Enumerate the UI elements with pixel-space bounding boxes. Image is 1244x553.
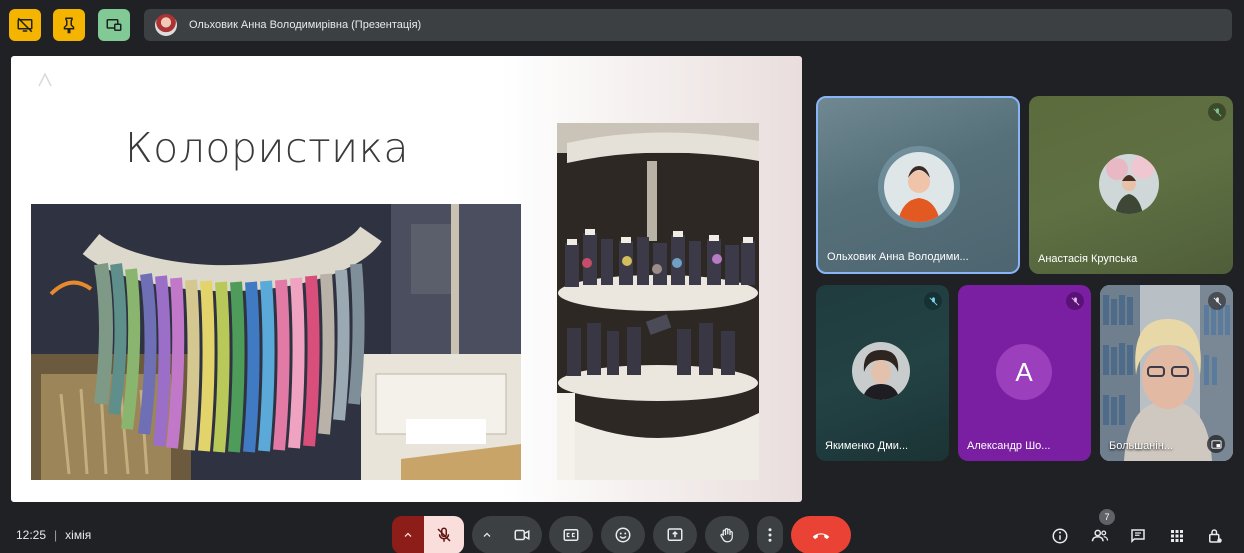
avatar (884, 152, 954, 222)
leave-call-button[interactable] (791, 516, 851, 553)
slide-logo-icon (35, 70, 55, 90)
lock-person-icon (1209, 529, 1222, 543)
hand-icon (720, 527, 733, 543)
participant-tile[interactable]: Ольховик Анна Володими... (816, 96, 1020, 274)
mic-off-icon (437, 527, 451, 542)
presentation-off-icon (17, 17, 33, 33)
pin-presentation-button[interactable] (53, 9, 85, 41)
mic-control-group (392, 516, 464, 553)
hide-presenter-button[interactable] (9, 9, 41, 41)
chevron-up-icon (404, 532, 412, 537)
avatar-initial: A (1015, 356, 1033, 387)
apps-grid-icon (1171, 530, 1183, 542)
presenter-bar: Ольховик Анна Володимирівна (Презентація… (144, 9, 1232, 41)
host-controls-button[interactable] (1201, 522, 1229, 550)
yarn-samples-photo (31, 204, 521, 480)
screen-share-icon (106, 19, 122, 31)
closed-captions-icon (563, 529, 579, 541)
mic-options-button[interactable] (392, 516, 424, 553)
clock-time: 12:25 (16, 528, 47, 542)
camera-toggle-button[interactable] (502, 516, 542, 553)
participant-tile[interactable]: Якименко Дми... (816, 285, 949, 461)
present-to-all-icon (667, 528, 683, 541)
camera-control-group (472, 516, 542, 553)
participant-name: Якименко Дми... (825, 440, 909, 452)
participant-name: Александр Шо... (967, 440, 1051, 452)
meeting-info: 12:25 | хімія (16, 528, 91, 542)
reactions-button[interactable] (601, 516, 645, 553)
more-options-button[interactable] (757, 516, 783, 553)
participant-name: Большанін... (1109, 440, 1173, 452)
meeting-name: хімія (65, 528, 92, 542)
mic-off-icon (929, 296, 937, 305)
mic-off-icon (1213, 107, 1221, 116)
present-screen-button[interactable] (653, 516, 697, 553)
chat-button[interactable] (1124, 522, 1152, 550)
mic-off-indicator (924, 292, 942, 310)
chat-icon (1131, 529, 1145, 544)
avatar (1099, 154, 1159, 214)
meeting-details-button[interactable] (1046, 522, 1074, 550)
mic-off-icon (1213, 296, 1221, 305)
participant-tile[interactable]: A Александр Шо... (958, 285, 1091, 461)
presentation-slide: Колористика (11, 56, 802, 502)
participant-tile[interactable]: Анастасія Крупська (1029, 96, 1233, 274)
avatar (852, 342, 910, 400)
presentation-layout-button[interactable] (98, 9, 130, 41)
people-button[interactable] (1086, 522, 1114, 550)
pin-icon (63, 17, 75, 34)
mic-off-indicator (1066, 292, 1084, 310)
mic-off-icon (1071, 296, 1079, 305)
presenter-avatar (155, 14, 177, 36)
call-end-icon (812, 533, 830, 540)
avatar: A (996, 344, 1052, 400)
more-vert-icon (768, 528, 772, 542)
info-icon (1052, 528, 1068, 544)
picture-in-picture-icon[interactable] (1207, 435, 1225, 453)
people-count-badge: 7 (1099, 509, 1115, 525)
participant-name: Ольховик Анна Володими... (827, 251, 969, 263)
people-icon (1091, 529, 1109, 542)
captions-button[interactable] (549, 516, 593, 553)
emoji-icon (615, 527, 631, 543)
chevron-up-icon (483, 532, 491, 537)
participant-name: Анастасія Крупська (1038, 253, 1138, 265)
meet-window: Ольховик Анна Володимирівна (Презентація… (0, 0, 1244, 553)
activities-button[interactable] (1163, 522, 1191, 550)
slide-title: Колористика (125, 124, 410, 172)
separator: | (54, 528, 58, 542)
camera-options-button[interactable] (472, 516, 502, 553)
presenter-label: Ольховик Анна Володимирівна (Презентація… (189, 19, 422, 31)
videocam-icon (514, 529, 530, 541)
mic-off-indicator (1208, 292, 1226, 310)
participant-tile[interactable]: Большанін... (1100, 285, 1233, 461)
mic-toggle-button[interactable] (424, 516, 464, 553)
mic-off-indicator (1208, 103, 1226, 121)
paint-jars-photo (557, 123, 759, 480)
raise-hand-button[interactable] (705, 516, 749, 553)
